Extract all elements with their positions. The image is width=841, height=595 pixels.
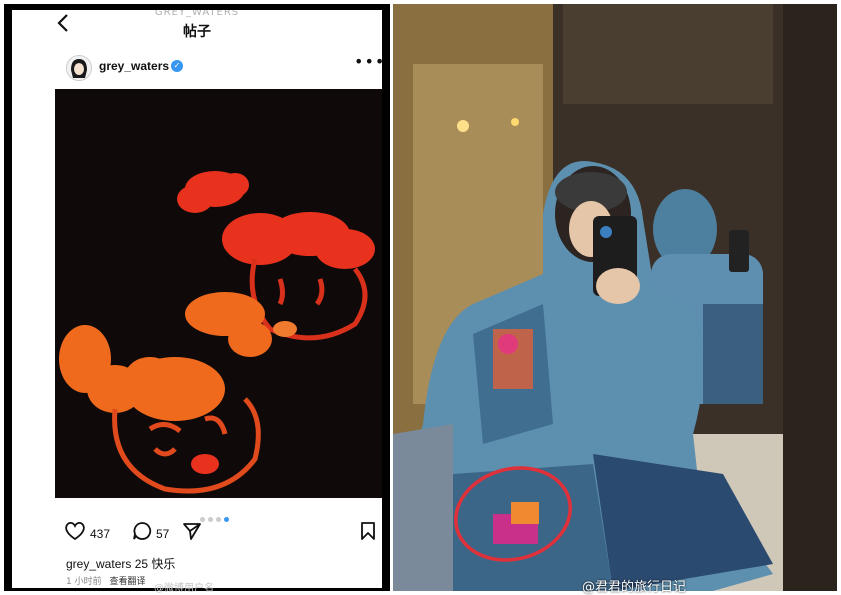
action-bar: 437 57 [64, 521, 382, 547]
page-title: 帖子 [183, 24, 211, 40]
avatar[interactable] [66, 55, 92, 81]
top-bar: GREY_WATERS 帖子 [12, 10, 382, 44]
post-meta: 1 小时前 查看翻译 [66, 574, 145, 587]
comment-icon[interactable] [132, 521, 152, 545]
comments-count: 57 [156, 527, 170, 541]
post-header: grey_waters ✓ ••• [52, 50, 382, 90]
caption-username[interactable]: grey_waters [66, 557, 131, 571]
account-subtitle: GREY_WATERS [154, 10, 240, 18]
watermark-right: @君君的旅行日记 [582, 580, 687, 595]
see-translation-link[interactable]: 查看翻译 [109, 577, 145, 587]
instagram-post-screen: GREY_WATERS 帖子 grey_waters ✓ ••• [12, 10, 382, 588]
verified-badge-icon: ✓ [171, 60, 183, 72]
left-panel: GREY_WATERS 帖子 grey_waters ✓ ••• [4, 4, 390, 594]
post-username[interactable]: grey_waters [99, 59, 169, 73]
bookmark-icon[interactable] [360, 521, 376, 545]
more-dots-icon[interactable]: ••• [354, 52, 382, 71]
heart-icon[interactable] [64, 521, 86, 545]
watermark-left: @微博用户名 [154, 583, 214, 594]
mirror-selfie-photo [393, 4, 837, 591]
post-image[interactable] [55, 89, 382, 498]
caption-text: 25 快乐 [134, 557, 176, 571]
share-icon[interactable] [182, 521, 202, 545]
post-caption: grey_waters 25 快乐 [66, 555, 175, 572]
post-time: 1 小时前 [66, 577, 102, 587]
likes-count: 437 [90, 527, 111, 541]
